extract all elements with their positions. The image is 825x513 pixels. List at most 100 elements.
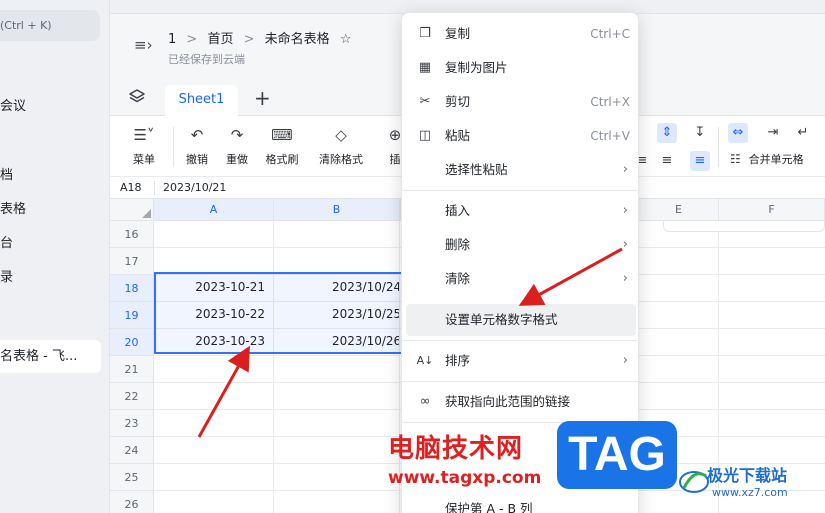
cell-reference[interactable]: A18 <box>120 177 142 199</box>
insert-button-partial[interactable]: ⊕ 插 <box>388 125 402 167</box>
align-center-icon[interactable]: ≡ <box>657 151 677 171</box>
format-painter-label: 格式刷 <box>265 153 299 166</box>
chevron-right-icon: › <box>622 237 628 252</box>
cell-b19[interactable]: 2023/10/25 <box>275 301 399 328</box>
menu-item-delete[interactable]: 删除 › <box>402 229 640 261</box>
row-header[interactable]: 25 <box>110 464 154 491</box>
cell-a19[interactable]: 2023-10-22 <box>154 301 269 328</box>
menu-item-label: 清除 <box>445 271 471 286</box>
menu-item-cut[interactable]: ✂ 剪切 Ctrl+X <box>402 86 640 118</box>
layers-icon[interactable] <box>128 88 146 106</box>
valign-middle-icon[interactable]: ⇕ <box>657 123 677 143</box>
sidebar-item-meeting[interactable]: 会议 <box>0 95 26 114</box>
cell-a18[interactable]: 2023-10-21 <box>154 274 269 301</box>
menu-label: 菜单 <box>133 153 155 166</box>
grid-line <box>273 221 274 513</box>
menu-divider <box>402 190 640 191</box>
row-header[interactable]: 18 <box>110 275 154 302</box>
chevron-right-icon: › <box>622 203 628 218</box>
breadcrumb-home[interactable]: 首页 <box>207 32 233 47</box>
expand-menu-icon[interactable]: ≡› <box>134 36 153 54</box>
row-header[interactable]: 23 <box>110 410 154 437</box>
chevron-right-icon: › <box>622 271 628 286</box>
menu-item-label: 删除 <box>445 237 471 252</box>
sidebar-item-docs[interactable]: 档 <box>0 164 13 183</box>
paste-icon: ◫ <box>418 128 432 143</box>
copy-icon: ❐ <box>419 26 431 41</box>
wrap-clip-icon[interactable]: ⇥ <box>763 123 783 143</box>
sidebar-item-sheets[interactable]: 表格 <box>0 198 26 217</box>
menu-item-copy-as-image[interactable]: ▦ 复制为图片 <box>402 52 640 84</box>
clear-format-label: 清除格式 <box>319 153 363 166</box>
column-header-e[interactable]: E <box>639 199 719 221</box>
document-title[interactable]: 未命名表格 <box>265 32 330 47</box>
row-header[interactable]: 26 <box>110 491 154 513</box>
menu-item-paste-special[interactable]: 选择性粘贴 › <box>402 154 640 186</box>
valign-bottom-icon[interactable]: ↧ <box>690 123 710 143</box>
menu-divider <box>402 381 640 382</box>
redo-icon: ↷ <box>230 126 244 144</box>
undo-label: 撤销 <box>186 153 208 166</box>
row-header[interactable]: 24 <box>110 437 154 464</box>
row-header[interactable]: 16 <box>110 221 154 248</box>
insert-label-partial: 插 <box>389 153 401 166</box>
watermark-logo-text: 极光下载站 <box>707 466 788 485</box>
sidebar-active-document[interactable]: 名表格 - 飞... <box>0 340 101 373</box>
row-header[interactable]: 22 <box>110 383 154 410</box>
redo-button[interactable]: ↷ 重做 <box>222 125 252 167</box>
wrap-overflow-icon[interactable]: ⇔ <box>728 123 748 143</box>
menu-item-label: 粘贴 <box>445 128 471 143</box>
menu-item-sort[interactable]: A↓ 排序 › <box>402 345 640 377</box>
row-header[interactable]: 20 <box>110 329 154 356</box>
star-icon[interactable]: ☆ <box>340 32 352 47</box>
column-header-f[interactable]: F <box>719 199 825 221</box>
menu-button[interactable]: ☰˅ 菜单 <box>126 125 162 167</box>
menu-item-protect-columns[interactable]: 保护第 A - B 列 <box>402 493 640 513</box>
undo-button[interactable]: ↶ 撤销 <box>182 125 212 167</box>
menu-item-label: 设置单元格数字格式 <box>445 312 558 327</box>
select-all-corner[interactable] <box>110 199 154 221</box>
formula-input[interactable]: 2023/10/21 <box>163 177 226 199</box>
menu-item-insert[interactable]: 插入 › <box>402 195 640 227</box>
menu-icon: ☰˅ <box>133 126 155 144</box>
menu-item-label: 复制 <box>445 26 471 41</box>
watermark-site-text: 电脑技术网 <box>388 434 524 464</box>
align-right-icon[interactable]: ≡ <box>690 151 710 171</box>
row-header[interactable]: 19 <box>110 302 154 329</box>
menu-item-shortcut: Ctrl+C <box>590 27 630 41</box>
cell-b20[interactable]: 2023/10/26 <box>275 328 399 355</box>
format-painter-button[interactable]: ⌨ 格式刷 <box>262 125 302 167</box>
tab-sheet1[interactable]: Sheet1 <box>165 85 238 116</box>
menu-item-paste[interactable]: ◫ 粘贴 Ctrl+V <box>402 120 640 152</box>
breadcrumb-separator: > <box>186 32 198 47</box>
eraser-icon: ◇ <box>335 126 347 144</box>
row-header[interactable]: 17 <box>110 248 154 275</box>
wrap-text-icon[interactable]: ↵ <box>793 123 813 143</box>
menu-item-get-link[interactable]: ∞ 获取指向此范围的链接 <box>402 386 640 418</box>
merge-cells-button[interactable]: ☷ 合并单元格 <box>730 151 825 167</box>
floating-panel-edge <box>663 221 825 232</box>
row-header[interactable]: 21 <box>110 356 154 383</box>
add-sheet-button[interactable]: + <box>254 86 271 110</box>
menu-item-clear[interactable]: 清除 › <box>402 263 640 295</box>
merge-cells-icon: ☷ <box>730 152 741 166</box>
saved-status: 已经保存到云端 <box>168 53 245 66</box>
redo-label: 重做 <box>226 153 248 166</box>
breadcrumb: 1 > 首页 > 未命名表格 ☆ <box>168 28 357 47</box>
column-header-a[interactable]: A <box>154 199 274 221</box>
left-sidebar: (Ctrl + K) 会议 档 表格 台 录 名表格 - 飞... <box>0 0 110 513</box>
menu-item-label: 保护第 A - B 列 <box>445 501 533 513</box>
sidebar-item-workspace[interactable]: 台 <box>0 232 13 251</box>
sidebar-item-records[interactable]: 录 <box>0 266 13 285</box>
menu-item-shortcut: Ctrl+V <box>590 129 630 143</box>
menu-item-number-format[interactable]: 设置单元格数字格式 <box>406 304 636 336</box>
clear-format-button[interactable]: ◇ 清除格式 <box>314 125 368 167</box>
breadcrumb-count[interactable]: 1 <box>168 32 176 47</box>
menu-item-label: 插入 <box>445 203 471 218</box>
menu-item-copy[interactable]: ❐ 复制 Ctrl+C <box>402 18 640 50</box>
search-box[interactable]: (Ctrl + K) <box>0 10 100 41</box>
scissors-icon: ✂ <box>419 94 431 109</box>
cell-a20[interactable]: 2023-10-23 <box>154 328 269 355</box>
column-header-b[interactable]: B <box>274 199 400 221</box>
cell-b18[interactable]: 2023/10/24 <box>275 274 399 301</box>
